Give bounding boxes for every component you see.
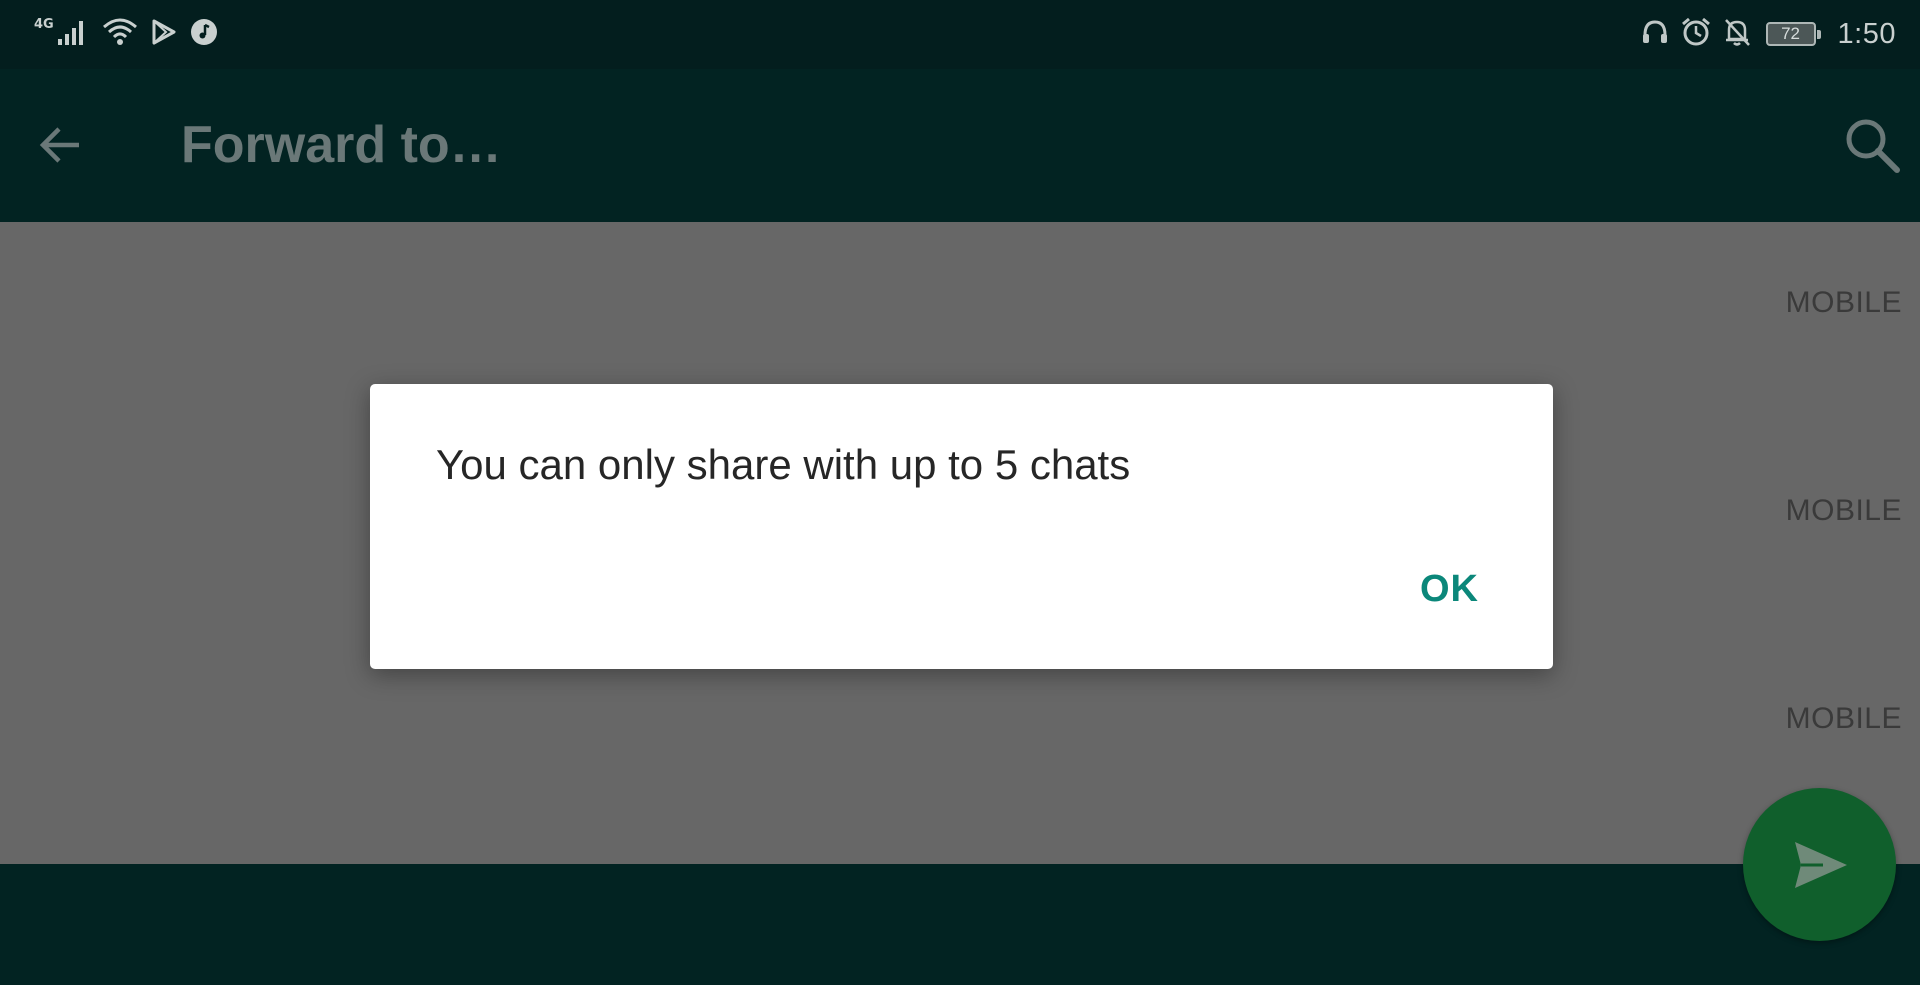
battery-level: 72 — [1781, 24, 1800, 43]
contact-row[interactable]: MOBILE — [0, 638, 1920, 846]
selected-chats-bar — [0, 864, 1920, 985]
signal-icon — [56, 17, 90, 52]
battery-icon: 72 — [1765, 22, 1821, 46]
status-bar: 4G 72 1:50 — [0, 0, 1920, 69]
alert-dialog: You can only share with up to 5 chats OK — [370, 384, 1553, 669]
page-title: Forward to… — [181, 116, 502, 174]
back-button[interactable] — [30, 115, 90, 175]
screen: 4G 72 1:50 Forward to… MOBILE MOBILE MOB… — [0, 0, 1920, 985]
send-button[interactable] — [1743, 788, 1896, 941]
search-icon — [1846, 119, 1900, 173]
send-icon — [1794, 841, 1847, 888]
status-left: 4G — [34, 14, 218, 54]
network-type-label: 4G — [34, 16, 54, 32]
play-store-icon — [150, 18, 178, 51]
music-icon — [190, 18, 218, 51]
status-time: 1:50 — [1837, 17, 1896, 50]
wifi-icon — [102, 17, 138, 52]
arrow-left-icon — [39, 127, 79, 163]
contact-type-label: MOBILE — [1785, 286, 1902, 319]
ok-button[interactable]: OK — [1420, 568, 1479, 611]
notifications-off-icon — [1722, 16, 1752, 53]
contact-type-label: MOBILE — [1785, 702, 1902, 735]
alarm-icon — [1680, 16, 1712, 53]
headphones-icon — [1640, 17, 1670, 52]
search-button[interactable] — [1840, 113, 1904, 177]
contact-type-label: MOBILE — [1785, 494, 1902, 527]
status-right: 72 1:50 — [1640, 14, 1896, 54]
dialog-message: You can only share with up to 5 chats — [436, 441, 1131, 488]
app-bar: Forward to… — [0, 69, 1920, 222]
